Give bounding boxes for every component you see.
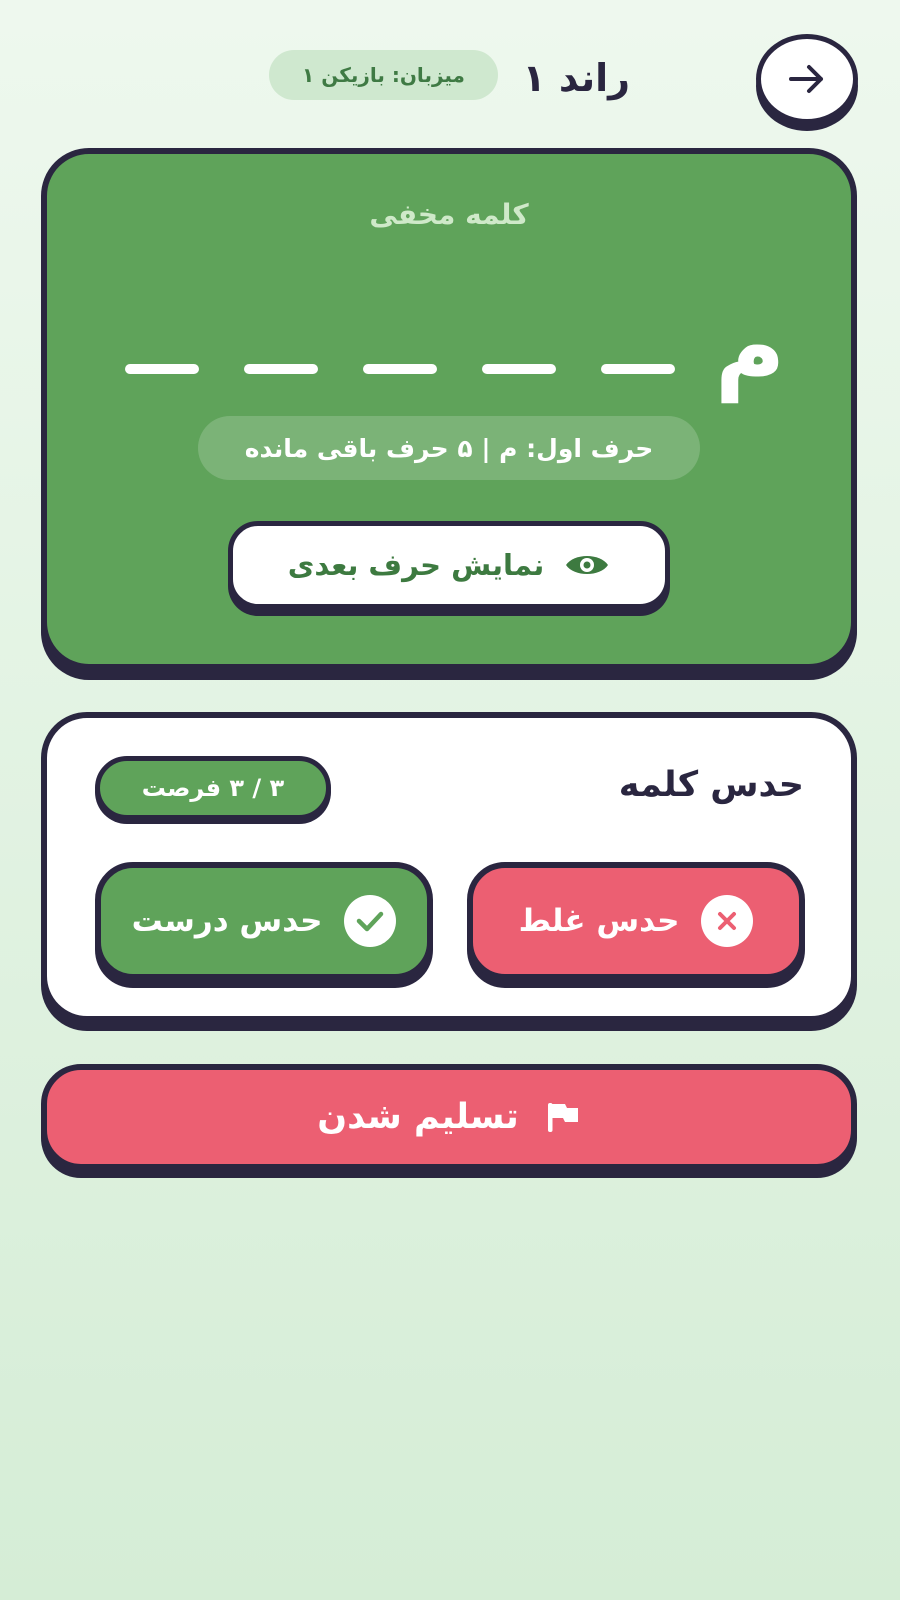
arrow-right-icon — [789, 65, 823, 93]
hidden-word-label: کلمه مخفی — [369, 198, 529, 231]
reveal-next-letter-button[interactable]: نمایش حرف بعدی — [228, 521, 670, 609]
letter-slot — [601, 364, 675, 374]
letter-slot — [125, 364, 199, 374]
letter-slot — [482, 364, 556, 374]
guess-title: حدس کلمه — [618, 765, 804, 805]
wrong-guess-label: حدس غلط — [518, 903, 680, 939]
surrender-button[interactable]: تسلیم شدن — [41, 1064, 857, 1170]
close-icon — [701, 895, 754, 947]
eye-icon — [566, 556, 609, 574]
correct-guess-button[interactable]: حدس درست — [95, 862, 433, 980]
revealed-letter: م — [714, 291, 786, 403]
letter-slot — [244, 364, 318, 374]
surrender-label: تسلیم شدن — [317, 1097, 519, 1137]
reveal-next-letter-label: نمایش حرف بعدی — [287, 548, 545, 582]
wrong-guess-button[interactable]: حدس غلط — [467, 862, 805, 980]
hint-badge: حرف اول: م | ۵ حرف باقی مانده — [198, 416, 700, 480]
round-title: راند ۱ — [522, 56, 630, 100]
correct-guess-label: حدس درست — [131, 903, 323, 939]
back-button[interactable] — [756, 34, 858, 124]
chances-badge: ۳ / ۳ فرصت — [95, 756, 331, 820]
host-badge: میزبان: بازیکن ۱ — [269, 50, 498, 100]
check-icon — [344, 895, 397, 947]
letter-slot — [363, 364, 437, 374]
flag-icon — [547, 1103, 578, 1132]
